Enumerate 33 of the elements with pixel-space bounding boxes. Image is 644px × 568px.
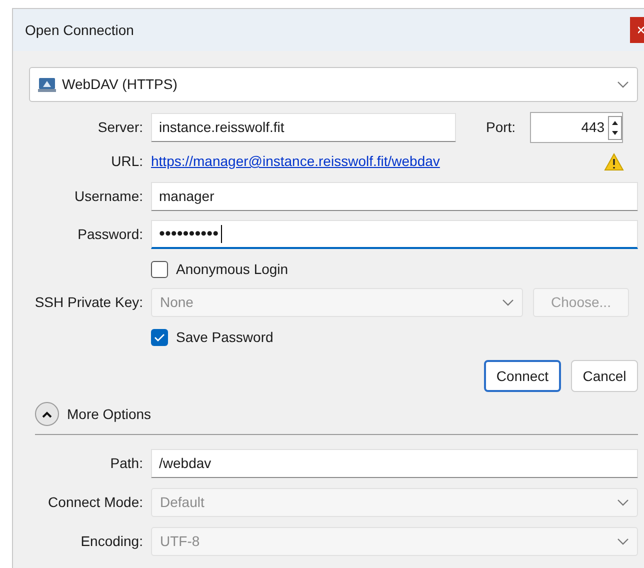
dialog-button[interactable]: Cancel: [571, 360, 638, 392]
chevron-icon: [502, 299, 514, 306]
field-label: SSH Private Key:: [34, 293, 143, 312]
input-field[interactable]: /webdav: [151, 449, 638, 478]
spinner-arrows-icon: [608, 116, 622, 140]
field-label: Username:: [74, 187, 143, 206]
caret-up-icon: [42, 410, 52, 418]
chevron-icon: [617, 499, 629, 506]
input-field[interactable]: manager: [151, 182, 638, 211]
chevron-icon: [617, 81, 629, 88]
protocol-dropdown[interactable]: WebDAV (HTTPS): [29, 67, 638, 102]
field-label: Connect Mode:: [48, 493, 143, 512]
field-label: Path:: [110, 454, 143, 473]
checkbox[interactable]: Anonymous Login: [151, 259, 288, 280]
input-field[interactable]: instance.reisswolf.fit: [151, 113, 456, 142]
field-label: URL:: [111, 152, 143, 171]
field-label: Server:: [98, 118, 143, 137]
close-icon: [638, 26, 644, 34]
checkmark-icon: [154, 333, 165, 342]
url-link[interactable]: https://manager@instance.reisswolf.fit/webdav: [151, 151, 440, 172]
server-icon: [38, 76, 56, 92]
field-label: Encoding:: [80, 532, 143, 551]
checkbox[interactable]: Save Password: [151, 327, 274, 348]
field-label: Port:: [486, 118, 516, 137]
dialog-button[interactable]: Connect: [484, 360, 561, 392]
field-label: Password:: [78, 225, 143, 244]
input-field[interactable]: ••••••••••: [151, 220, 638, 249]
window-title: Open Connection: [25, 20, 134, 40]
port-spinner[interactable]: 443: [530, 112, 623, 143]
section-label: More Options: [67, 404, 152, 424]
chevron-icon: [617, 538, 629, 545]
close-button[interactable]: [630, 17, 644, 43]
expand-toggle[interactable]: [35, 402, 59, 426]
